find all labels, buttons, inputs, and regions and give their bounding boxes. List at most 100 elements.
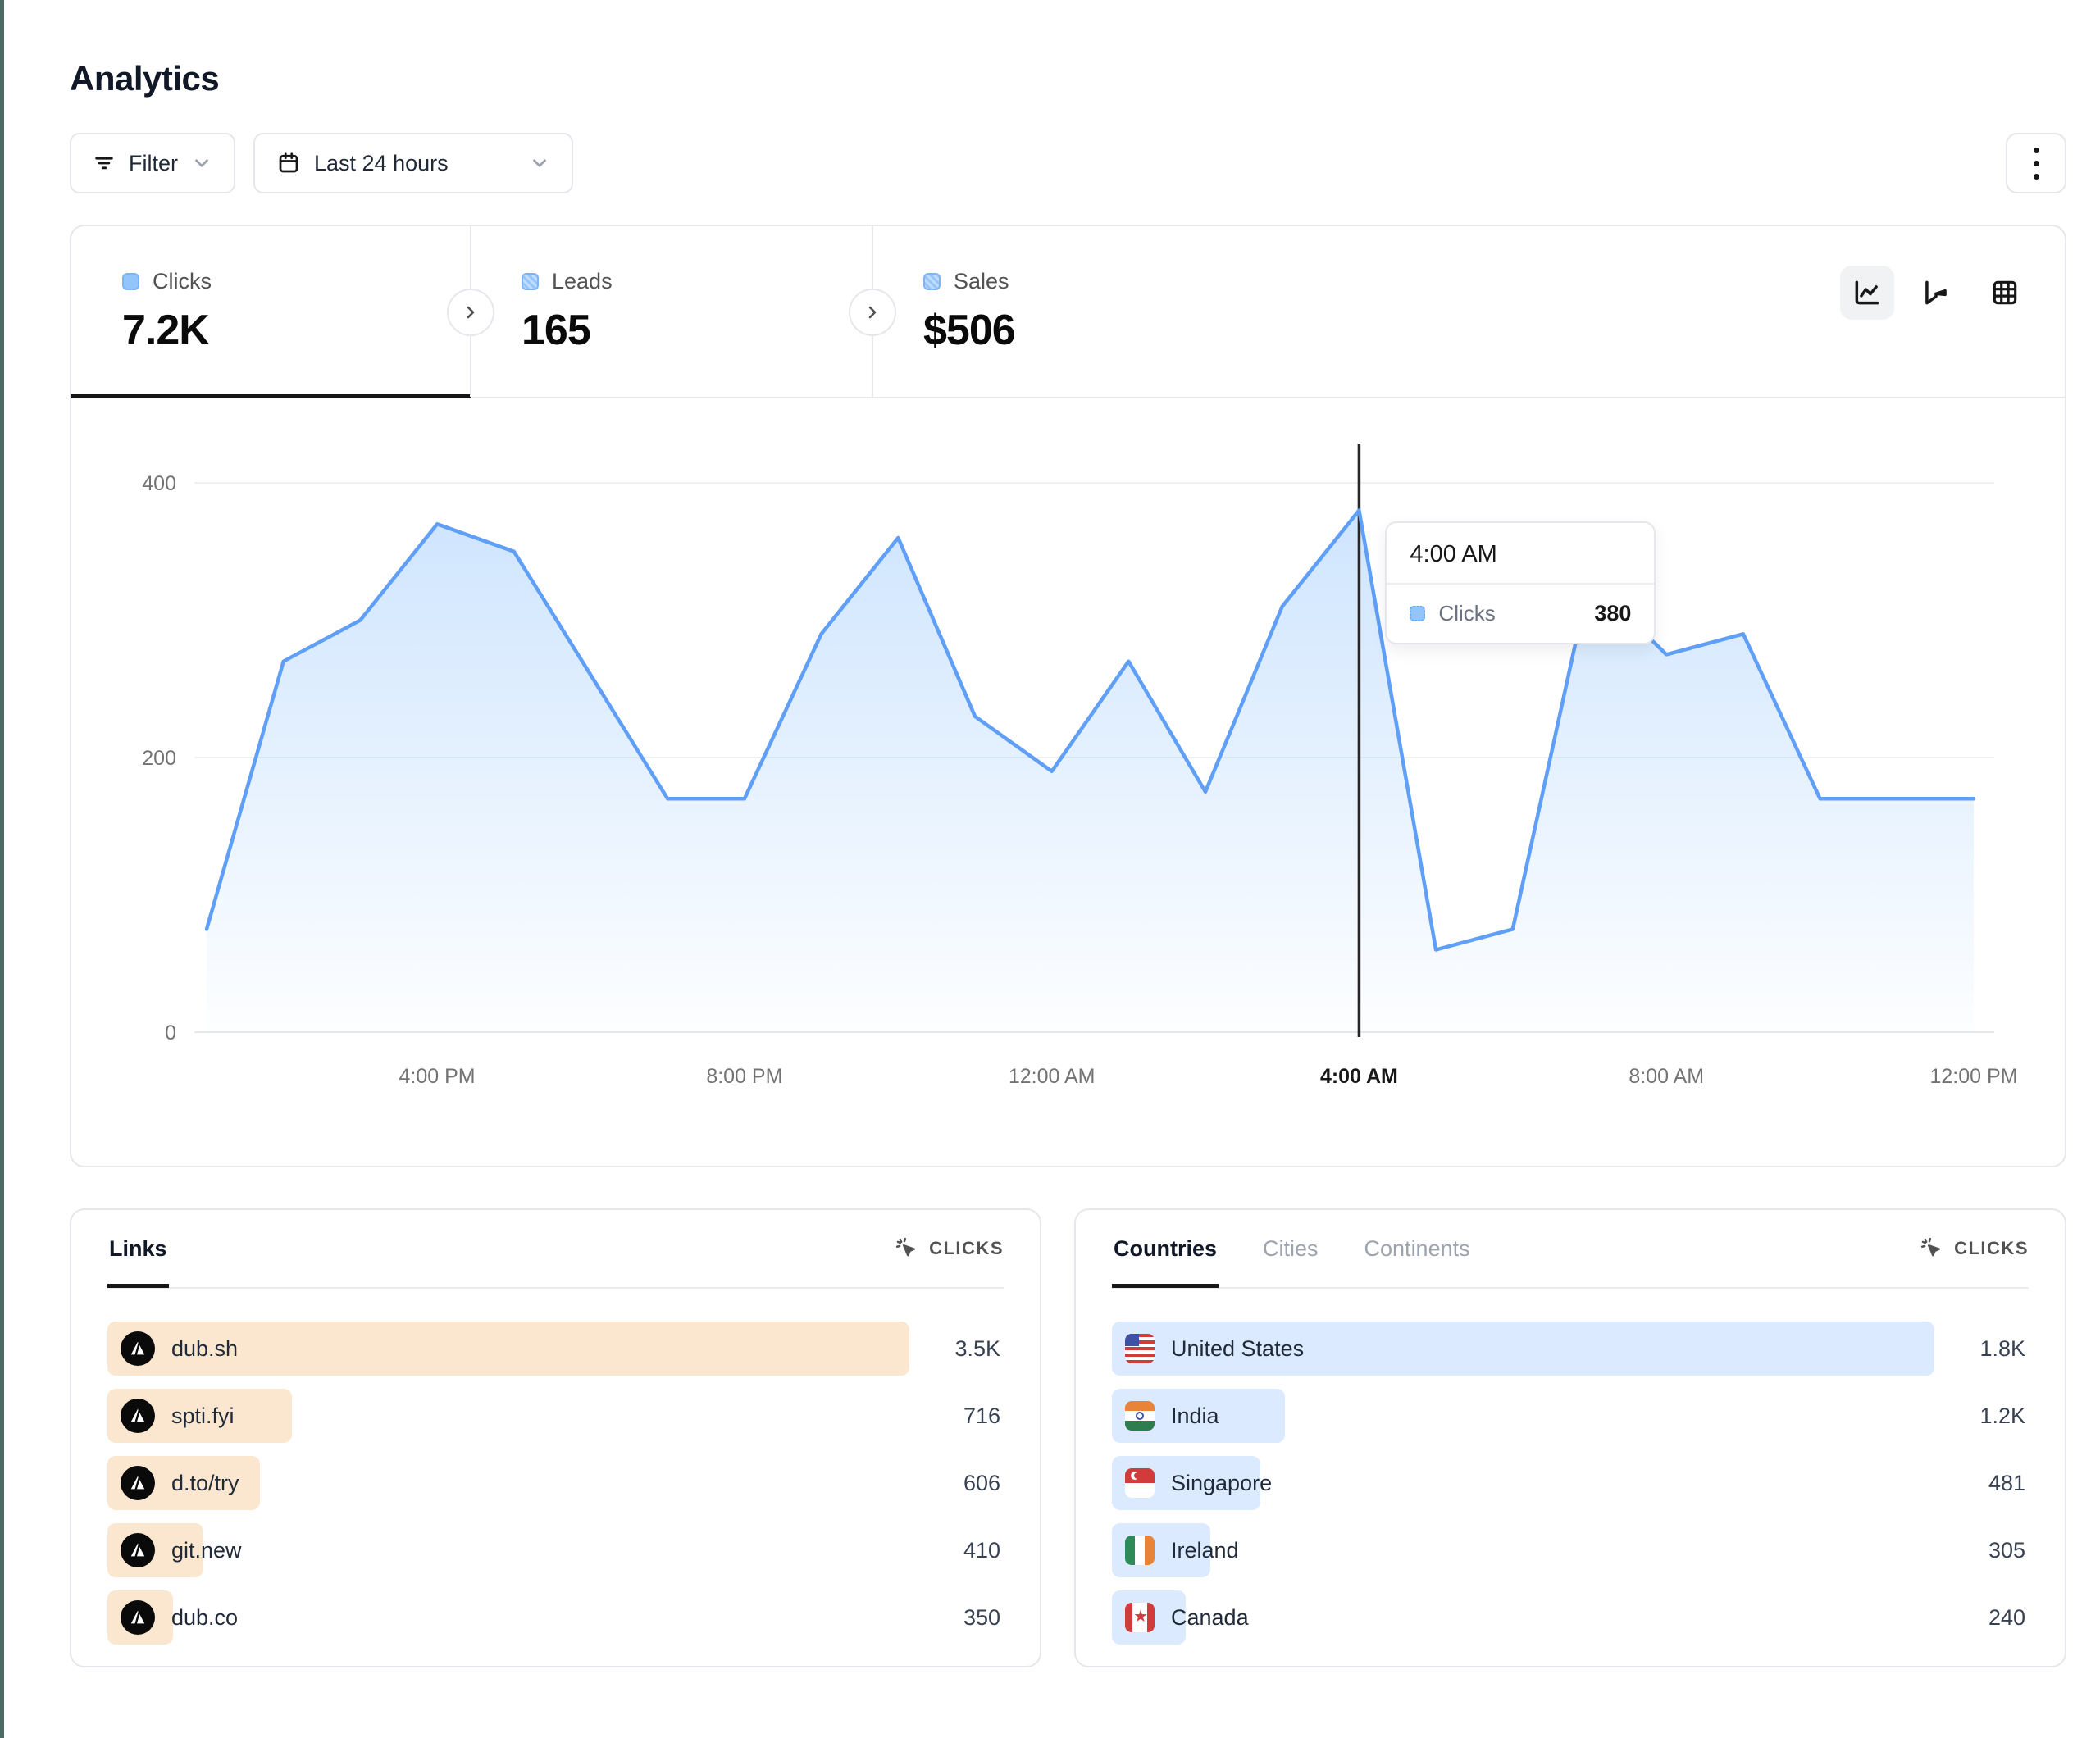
filter-button[interactable]: Filter <box>70 133 235 193</box>
tab-continents[interactable]: Continents <box>1363 1212 1472 1286</box>
stat-tab-clicks[interactable]: Clicks 7.2K <box>71 226 471 397</box>
link-label: dub.co <box>171 1605 238 1631</box>
link-value: 716 <box>963 1404 1000 1429</box>
chart-tooltip: 4:00 AM Clicks 380 <box>1385 521 1656 644</box>
chevron-down-icon <box>529 152 550 174</box>
country-label: Ireland <box>1171 1538 1239 1563</box>
countries-panel-header: Countries Cities Continents CLICKS <box>1112 1210 2029 1289</box>
y-axis-tick: 200 <box>142 747 176 770</box>
tooltip-value: 380 <box>1594 601 1631 626</box>
date-range-button[interactable]: Last 24 hours <box>253 133 573 193</box>
flag-icon-ca: ★ <box>1125 1603 1155 1632</box>
tab-cities[interactable]: Cities <box>1261 1212 1320 1286</box>
country-row[interactable]: Ireland 305 <box>1112 1523 2029 1577</box>
link-value: 350 <box>963 1605 1000 1631</box>
window-edge-strip <box>0 0 4 1738</box>
link-label: spti.fyi <box>171 1404 235 1429</box>
link-label: git.new <box>171 1538 242 1563</box>
link-row[interactable]: git.new 410 <box>107 1523 1004 1577</box>
stat-tab-label: Clicks <box>153 269 212 294</box>
toolbar: Filter Last 24 hours <box>70 133 2066 193</box>
dub-logo-icon <box>121 1533 155 1567</box>
chart-canvas: 0 200 400 4:00 PM 8:00 PM 12:00 AM 4:00 AM 8:00… <box>71 398 2066 1167</box>
country-value: 1.2K <box>1979 1404 2025 1429</box>
dub-logo-icon <box>121 1600 155 1635</box>
x-axis-tick: 12:00 PM <box>1929 1065 2017 1088</box>
flag-icon-us <box>1125 1334 1155 1363</box>
y-axis-tick: 400 <box>142 472 176 495</box>
link-row[interactable]: d.to/try 606 <box>107 1456 1004 1510</box>
calendar-icon <box>276 151 301 175</box>
x-axis-tick: 12:00 AM <box>1009 1065 1096 1088</box>
country-row[interactable]: ★ Canada 240 <box>1112 1590 2029 1645</box>
leads-legend-swatch <box>522 273 539 290</box>
country-label: Canada <box>1171 1605 1249 1631</box>
tooltip-time: 4:00 AM <box>1387 523 1654 585</box>
dub-logo-icon <box>121 1399 155 1433</box>
link-row[interactable]: dub.sh 3.5K <box>107 1322 1004 1376</box>
clicks-legend-swatch <box>122 273 139 290</box>
tooltip-series-label: Clicks <box>1438 601 1495 626</box>
link-label: d.to/try <box>171 1471 239 1496</box>
cursor-click-icon <box>1920 1236 1944 1261</box>
x-axis-tick: 4:00 AM <box>1320 1065 1398 1088</box>
dub-logo-icon <box>121 1331 155 1366</box>
country-label: Singapore <box>1171 1471 1272 1496</box>
country-value: 240 <box>1988 1605 2025 1631</box>
sales-legend-swatch <box>923 273 941 290</box>
link-value: 410 <box>963 1538 1000 1563</box>
stat-tab-label: Sales <box>954 269 1009 294</box>
clicks-legend-swatch <box>1410 606 1425 621</box>
analytics-page: Analytics Filter Last 24 hours <box>70 0 2066 1667</box>
countries-panel: Countries Cities Continents CLICKS United … <box>1074 1208 2066 1667</box>
link-value: 606 <box>963 1471 1000 1496</box>
links-panel-header: Links CLICKS <box>107 1210 1004 1289</box>
links-rows: dub.sh 3.5K spti.fyi 716 d.to/try 606 git.new 4… <box>107 1289 1004 1645</box>
countries-metric-selector[interactable]: CLICKS <box>1920 1236 2029 1261</box>
tab-countries[interactable]: Countries <box>1112 1212 1219 1286</box>
stat-tab-value: $506 <box>923 306 2066 355</box>
more-options-button[interactable] <box>2006 133 2066 193</box>
country-row[interactable]: India 1.2K <box>1112 1389 2029 1443</box>
country-label: India <box>1171 1404 1219 1429</box>
x-axis-tick: 4:00 PM <box>399 1065 476 1088</box>
flag-icon-ie <box>1125 1536 1155 1565</box>
flag-icon-sg <box>1125 1468 1155 1498</box>
page-title: Analytics <box>70 59 2066 98</box>
links-metric-label: CLICKS <box>929 1238 1004 1259</box>
dub-logo-icon <box>121 1466 155 1500</box>
link-row[interactable]: dub.co 350 <box>107 1590 1004 1645</box>
flag-icon-in <box>1125 1401 1155 1431</box>
x-axis-tick: 8:00 PM <box>706 1065 782 1088</box>
link-row[interactable]: spti.fyi 716 <box>107 1389 1004 1443</box>
filter-button-label: Filter <box>129 151 178 176</box>
expand-metrics-button[interactable] <box>447 289 494 336</box>
cursor-click-icon <box>895 1236 919 1261</box>
country-row[interactable]: United States 1.8K <box>1112 1322 2029 1376</box>
stat-tab-value: 7.2K <box>122 306 471 355</box>
expand-metrics-button[interactable] <box>849 289 896 336</box>
stat-tab-sales[interactable]: Sales $506 <box>872 226 2066 397</box>
y-axis-tick: 0 <box>165 1021 176 1044</box>
date-range-label: Last 24 hours <box>314 151 449 176</box>
stat-tab-label: Leads <box>552 269 613 294</box>
links-metric-selector[interactable]: CLICKS <box>895 1236 1004 1261</box>
country-row[interactable]: Singapore481 <box>1112 1456 2029 1510</box>
stat-tabs-row: Clicks 7.2K Leads 165 Sales $506 <box>71 226 2065 398</box>
country-label: United States <box>1171 1336 1304 1362</box>
link-value: 3.5K <box>954 1336 1000 1362</box>
countries-metric-label: CLICKS <box>1954 1238 2029 1259</box>
clicks-area-chart[interactable]: 0 200 400 4:00 PM 8:00 PM 12:00 AM 4:00 AM 8:00… <box>71 398 2066 1167</box>
links-panel: Links CLICKS dub.sh 3.5K spti.fyi 716 d.to/t… <box>70 1208 1041 1667</box>
stat-tab-leads[interactable]: Leads 165 <box>471 226 872 397</box>
filter-icon <box>93 152 116 175</box>
countries-rows: United States 1.8K India 1.2K Singapore481 Ir… <box>1112 1289 2029 1645</box>
chevron-down-icon <box>191 152 212 174</box>
tab-links[interactable]: Links <box>107 1212 169 1286</box>
analytics-card: Clicks 7.2K Leads 165 Sales $506 0 200 400 4:00 … <box>70 225 2066 1167</box>
country-value: 305 <box>1988 1538 2025 1563</box>
country-value: 1.8K <box>1979 1336 2025 1362</box>
link-label: dub.sh <box>171 1336 238 1362</box>
stat-tab-value: 165 <box>522 306 872 355</box>
x-axis-tick: 8:00 AM <box>1629 1065 1704 1088</box>
